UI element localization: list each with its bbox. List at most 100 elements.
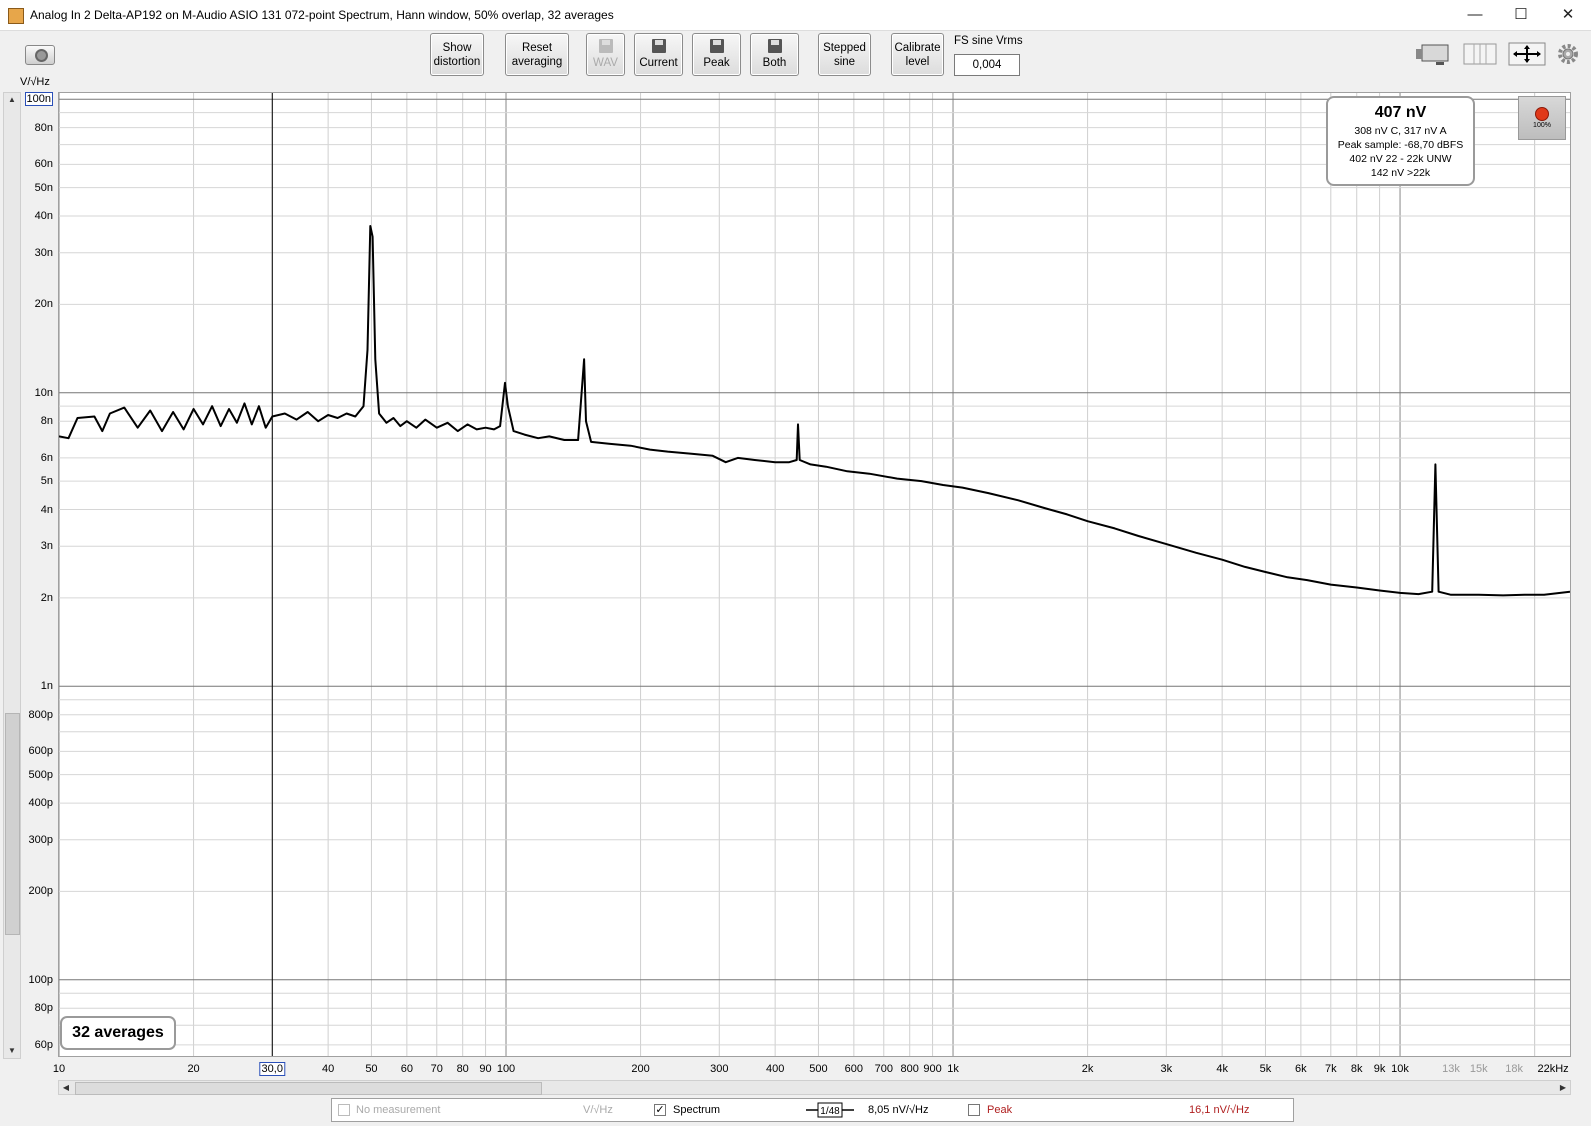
- peak-label: Peak: [987, 1104, 1013, 1116]
- y-tick-label: 3n: [40, 540, 53, 553]
- y-tick-label: 50n: [34, 181, 53, 194]
- x-tick-label: 50: [365, 1063, 378, 1075]
- spectrum-checkbox[interactable]: ✓: [654, 1104, 666, 1116]
- calibrate-level-button[interactable]: Calibrate level: [891, 33, 944, 76]
- x-tick-label: 13k: [1442, 1063, 1460, 1075]
- floppy-icon: [598, 39, 613, 53]
- x-tick-label: 40: [322, 1063, 335, 1075]
- x-tick-label: 4k: [1216, 1063, 1228, 1075]
- camera-icon[interactable]: [25, 45, 55, 65]
- spectrum-label: Spectrum: [673, 1104, 721, 1116]
- floppy-icon: [651, 39, 666, 53]
- floppy-icon: [767, 39, 782, 53]
- no-measurement-label: No measurement: [356, 1104, 441, 1116]
- x-tick-label: 7k: [1324, 1063, 1337, 1075]
- save-both-button[interactable]: Both: [750, 33, 799, 76]
- y-tick-label: 200p: [28, 885, 53, 898]
- weighted-levels: 308 nV C, 317 nV A: [1354, 125, 1447, 137]
- y-tick-label: 1n: [40, 680, 53, 693]
- above-band-level: 142 nV >22k: [1370, 167, 1431, 179]
- scroll-right-icon[interactable]: ▶: [1556, 1081, 1570, 1094]
- x-tick-label: 600: [844, 1063, 864, 1075]
- layout-single-icon[interactable]: [1414, 42, 1452, 66]
- x-tick-label: 9k: [1373, 1063, 1386, 1075]
- y-tick-label: 60p: [34, 1038, 53, 1051]
- stepped-sine-button[interactable]: Stepped sine: [818, 33, 871, 76]
- no-measurement-unit: V/√Hz: [583, 1104, 613, 1116]
- smoothing-label: 1/48: [820, 1106, 840, 1117]
- y-tick-label: 4n: [40, 503, 53, 516]
- horizontal-scroll-thumb[interactable]: [75, 1082, 542, 1095]
- y-tick-label: 2n: [40, 591, 53, 604]
- x-tick-label: 80: [456, 1063, 469, 1075]
- show-distortion-button[interactable]: Show distortion: [430, 33, 484, 76]
- x-tick-label: 60: [400, 1063, 413, 1075]
- y-tick-label: 300p: [28, 833, 53, 846]
- x-tick-label: 200: [631, 1063, 650, 1075]
- y-tick-label: 400p: [28, 797, 53, 810]
- wav-button[interactable]: WAV: [586, 33, 625, 76]
- x-tick-label: 70: [430, 1063, 443, 1075]
- floppy-icon: [709, 39, 724, 53]
- reset-averaging-button[interactable]: Reset averaging: [505, 33, 569, 76]
- no-measurement-checkbox[interactable]: [338, 1104, 350, 1116]
- y-tick-label: 20n: [34, 298, 53, 311]
- save-peak-button[interactable]: Peak: [692, 33, 741, 76]
- smoothing-selector[interactable]: 1/48: [806, 1101, 854, 1119]
- x-tick-label: 10k: [1391, 1063, 1409, 1075]
- title-bar: Analog In 2 Delta-AP192 on M-Audio ASIO …: [0, 0, 1591, 31]
- x-tick-label: 700: [874, 1063, 893, 1075]
- y-tick-label: 8n: [40, 415, 53, 428]
- vertical-scrollbar[interactable]: ▲ ▼: [3, 92, 21, 1059]
- maximize-button[interactable]: ☐: [1498, 0, 1544, 30]
- x-tick-label: 6k: [1295, 1063, 1307, 1075]
- peak-checkbox[interactable]: [968, 1104, 980, 1116]
- record-indicator-icon: [1535, 107, 1549, 121]
- x-tick-label: 10: [52, 1063, 66, 1075]
- x-tick-label: 18k: [1505, 1063, 1524, 1075]
- x-tick-label: 900: [923, 1063, 942, 1075]
- y-tick-label: 80n: [34, 121, 53, 134]
- x-tick-label: 22kHz: [1537, 1063, 1569, 1075]
- y-tick-label: 500p: [28, 768, 53, 781]
- x-tick-label: 3k: [1160, 1063, 1173, 1075]
- level-readout-panel: 407 nV 308 nV C, 317 nV A Peak sample: -…: [1326, 96, 1475, 186]
- input-level-indicator[interactable]: 100%: [1518, 96, 1566, 140]
- spectrum-plot[interactable]: [58, 92, 1571, 1057]
- y-tick-label: 80p: [34, 1002, 53, 1015]
- x-tick-label: 100: [496, 1063, 516, 1075]
- x-tick-label: 800: [900, 1063, 919, 1075]
- save-current-button[interactable]: Current: [634, 33, 683, 76]
- x-tick-label: 400: [765, 1063, 785, 1075]
- y-tick-label: 800p: [28, 708, 53, 721]
- peak-value: 16,1 nV/√Hz: [1189, 1104, 1250, 1116]
- y-tick-label: 40n: [34, 210, 53, 223]
- fs-sine-input[interactable]: [954, 54, 1020, 76]
- x-tick-label: 300: [710, 1063, 729, 1075]
- y-tick-label: 60n: [34, 158, 53, 171]
- y-axis-unit: V/√Hz: [20, 76, 50, 88]
- x-tick-label: 90: [479, 1063, 492, 1075]
- layout-split-icon[interactable]: [1462, 42, 1498, 66]
- total-level: 407 nV: [1374, 104, 1427, 121]
- gear-icon[interactable]: [1556, 42, 1580, 66]
- scroll-left-icon[interactable]: ◀: [59, 1081, 73, 1094]
- spectrum-trace-0: [59, 225, 1570, 597]
- y-tick-label: 100p: [28, 973, 53, 986]
- move-arrows-icon[interactable]: [1508, 42, 1546, 66]
- y-tick-label: 6n: [40, 451, 53, 464]
- minimize-button[interactable]: —: [1452, 0, 1498, 30]
- window-title: Analog In 2 Delta-AP192 on M-Audio ASIO …: [30, 8, 614, 22]
- x-tick-label: 8k: [1350, 1063, 1363, 1075]
- y-tick-label: 10n: [34, 386, 53, 399]
- averages-badge: 32 averages: [60, 1016, 176, 1050]
- x-tick-label: 2k: [1081, 1063, 1094, 1075]
- y-tick-label: 600p: [28, 745, 53, 758]
- x-tick-label: 15k: [1469, 1063, 1488, 1075]
- close-button[interactable]: ✕: [1545, 0, 1591, 30]
- horizontal-scrollbar[interactable]: ◀ ▶: [58, 1080, 1571, 1095]
- x-tick-label: 30,0: [259, 1062, 285, 1076]
- fs-sine-label: FS sine Vrms: [954, 35, 1023, 47]
- x-tick-label: 5k: [1259, 1063, 1272, 1075]
- x-tick-label: 1k: [947, 1063, 959, 1075]
